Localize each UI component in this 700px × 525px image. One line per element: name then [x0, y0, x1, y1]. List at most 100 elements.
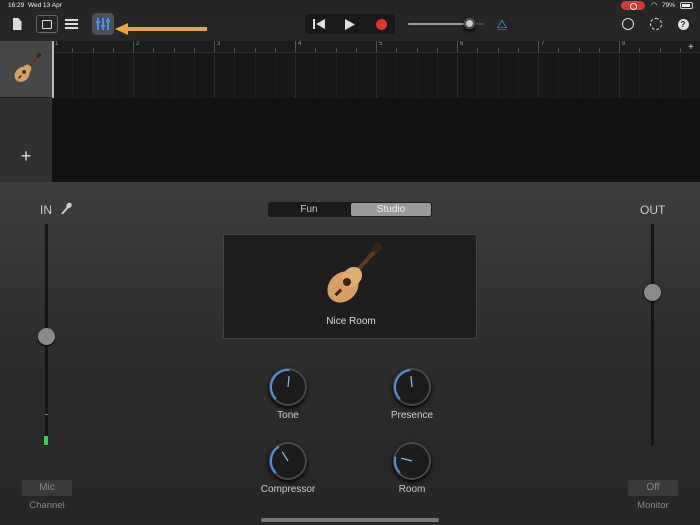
- ruler-tick: [538, 41, 539, 52]
- ruler-tick: [315, 48, 317, 52]
- tracks-view-icon[interactable]: [63, 15, 79, 33]
- annotation-arrow-icon: [115, 23, 207, 35]
- ruler-tick: [133, 41, 134, 52]
- ruler-tick: [72, 48, 74, 52]
- ruler-tick: [416, 48, 418, 52]
- ruler-tick: [376, 41, 377, 52]
- add-section-button[interactable]: +: [688, 42, 694, 53]
- presence-label: Presence: [390, 410, 434, 421]
- settings-icon[interactable]: [649, 15, 663, 33]
- ruler-tick: [355, 48, 357, 52]
- ruler-tick: [477, 48, 479, 52]
- knob-indicator: [394, 456, 413, 474]
- monitor-label: Monitor: [637, 500, 669, 511]
- mixer-icon[interactable]: [92, 13, 114, 35]
- empty-lane-area[interactable]: [52, 98, 700, 182]
- presence-knob[interactable]: [393, 368, 431, 406]
- grid-line: [335, 53, 337, 98]
- ruler-tick: [335, 48, 337, 52]
- grid-line: [133, 53, 134, 98]
- toolbar: ⧋: [0, 11, 700, 41]
- room-knob[interactable]: [393, 442, 431, 480]
- add-track-button[interactable]: +: [18, 147, 34, 165]
- output-level-fader[interactable]: [644, 224, 661, 446]
- ruler-tick: [112, 48, 114, 52]
- document-icon[interactable]: [10, 15, 24, 33]
- grid-line: [173, 53, 175, 98]
- ruler-tick: [274, 48, 276, 52]
- grid-line: [598, 53, 600, 98]
- ruler-tick: [497, 48, 499, 52]
- ruler-bar-label: 6: [460, 41, 464, 47]
- screen-recording-indicator[interactable]: [621, 1, 645, 10]
- volume-slider-knob[interactable]: [463, 18, 475, 29]
- playhead[interactable]: [52, 41, 54, 98]
- ruler-tick: [659, 48, 661, 52]
- grid-line: [416, 53, 418, 98]
- ruler-tick: [234, 48, 236, 52]
- ruler-tick: [295, 41, 296, 52]
- ruler-bar-label: 1: [55, 41, 59, 47]
- browser-view-icon[interactable]: [36, 15, 58, 33]
- help-icon[interactable]: [676, 15, 690, 33]
- ruler-tick: [578, 48, 580, 52]
- grid-line: [214, 53, 215, 98]
- play-icon: [345, 18, 355, 30]
- knob-indicator: [394, 369, 413, 400]
- status-bar: 16:29 Wed 13 Apr ◠ 79%: [0, 0, 700, 11]
- grid-line: [274, 53, 276, 98]
- wifi-icon: ◠: [651, 2, 658, 9]
- ruler-bar-label: 3: [217, 41, 221, 47]
- grid-line: [315, 53, 317, 98]
- grid-line: [355, 53, 357, 98]
- compressor-label: Compressor: [260, 484, 316, 495]
- grid-line: [538, 53, 539, 98]
- input-fader-knob[interactable]: [38, 328, 55, 345]
- ruler-tick: [254, 48, 256, 52]
- mode-fun-tab[interactable]: Fun: [269, 203, 349, 216]
- ruler-tick: [639, 48, 641, 52]
- metronome-icon[interactable]: ⧋: [495, 15, 509, 33]
- ruler-tick: [619, 41, 620, 52]
- track-lane[interactable]: [52, 53, 700, 98]
- compressor-knob[interactable]: [269, 442, 307, 480]
- record-button[interactable]: [367, 14, 395, 34]
- tone-knob[interactable]: [269, 368, 307, 406]
- grid-line: [619, 53, 620, 98]
- rewind-button[interactable]: [305, 14, 333, 34]
- mode-studio-tab[interactable]: Studio: [351, 203, 431, 216]
- ruler-tick: [396, 48, 398, 52]
- monitor-toggle-button[interactable]: Off: [628, 480, 678, 496]
- knob-value-arc: [394, 369, 411, 400]
- track-header-acoustic-guitar[interactable]: [0, 41, 52, 98]
- input-channel-button[interactable]: Mic: [22, 480, 72, 496]
- home-indicator[interactable]: [261, 518, 439, 522]
- master-volume-slider[interactable]: [408, 18, 484, 29]
- grid-line: [659, 53, 661, 98]
- preset-selector[interactable]: Nice Room: [223, 234, 477, 339]
- ruler-bar-label: 4: [298, 41, 302, 47]
- tone-label: Tone: [277, 410, 299, 421]
- loop-browser-icon[interactable]: [621, 15, 635, 33]
- grid-line: [457, 53, 458, 98]
- preset-name: Nice Room: [326, 316, 376, 327]
- battery-percentage: 79%: [662, 2, 676, 9]
- grid-line: [558, 53, 560, 98]
- grid-line: [436, 53, 438, 98]
- ruler-tick: [92, 48, 94, 52]
- knob-pointer: [410, 375, 413, 388]
- ruler-tick: [517, 48, 519, 52]
- input-level-fader[interactable]: [38, 224, 55, 446]
- grid-line: [578, 53, 580, 98]
- grid-line: [153, 53, 155, 98]
- play-button[interactable]: [336, 14, 364, 34]
- knob-pointer: [287, 375, 290, 388]
- ruler-tick: [457, 41, 458, 52]
- status-date: Wed 13 Apr: [28, 2, 62, 9]
- transport-controls: [305, 14, 395, 34]
- timeline-ruler[interactable]: 1 2 3 4 5 6 7 8: [52, 41, 700, 53]
- grid-line: [254, 53, 256, 98]
- microphone-icon[interactable]: [60, 202, 72, 216]
- knob-indicator: [270, 369, 290, 400]
- output-fader-knob[interactable]: [644, 284, 661, 301]
